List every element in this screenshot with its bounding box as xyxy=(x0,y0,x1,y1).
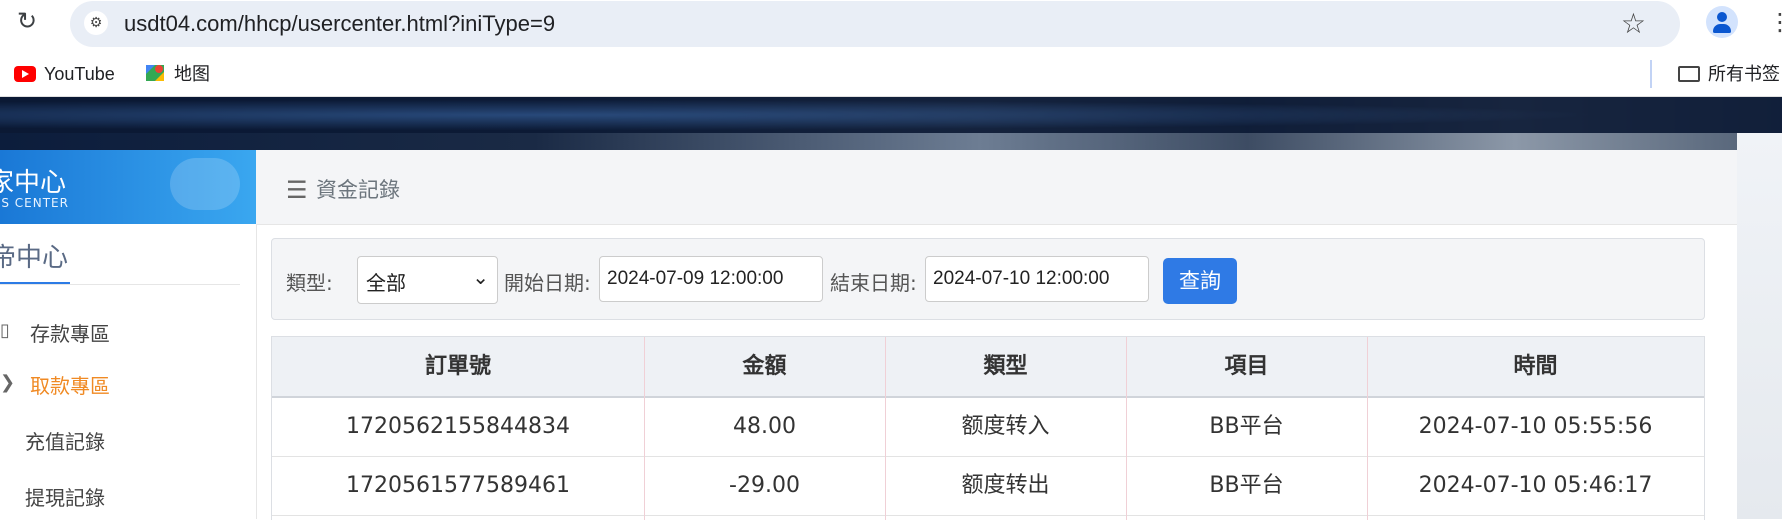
cell-type: 额度转出 xyxy=(961,473,1050,498)
cell-order-no: 1720562155844834 xyxy=(346,414,570,439)
cell-time: 2024-07-10 05:55:56 xyxy=(1418,414,1653,439)
sidebar-item-withdraw[interactable]: 取款專區 xyxy=(30,370,110,399)
maps-icon xyxy=(146,65,164,81)
chevron-down-icon: ⌄ xyxy=(472,265,489,289)
bookmarks-bar: YouTube 地图 所有书签 xyxy=(0,52,1782,97)
browser-menu-icon[interactable]: ⋮ xyxy=(1768,8,1782,36)
bookmarks-divider xyxy=(1650,60,1652,88)
profile-body xyxy=(1713,24,1731,33)
query-button[interactable]: 查詢 xyxy=(1163,258,1237,304)
sidebar-item-deposit[interactable]: 存款專區 xyxy=(30,318,110,347)
column-header-item: 項目 xyxy=(1224,354,1269,379)
column-divider xyxy=(1126,337,1127,520)
column-header-time: 時間 xyxy=(1513,354,1558,379)
column-divider xyxy=(644,337,645,520)
banner-title: 家中心 xyxy=(0,168,67,198)
start-date-label: 開始日期: xyxy=(504,271,591,295)
url-text[interactable]: usdt04.com/hhcp/usercenter.html?iniType=… xyxy=(124,11,555,37)
cell-time: 2024-07-10 05:46:17 xyxy=(1418,473,1653,498)
column-header-order-no: 訂單號 xyxy=(424,354,491,379)
main-header: ☰ 資金記錄 xyxy=(256,150,1737,225)
bookmark-label: 地图 xyxy=(174,64,210,84)
sidebar-divider xyxy=(0,284,240,285)
records-table: 訂單號 金額 類型 項目 時間 1720562155844834 48.00 额… xyxy=(271,336,1705,520)
column-header-type: 類型 xyxy=(983,354,1028,379)
sidebar-banner: 家中心 RS CENTER xyxy=(0,150,256,224)
cell-item: BB平台 xyxy=(1209,473,1284,498)
cell-amount: -29.00 xyxy=(729,473,800,498)
profile-avatar-icon[interactable] xyxy=(1706,6,1738,38)
bookmark-maps[interactable]: 地图 xyxy=(146,60,210,88)
sidebar-title: 帝中心 xyxy=(0,243,69,273)
deposit-icon: ▯ xyxy=(0,320,10,341)
reload-icon[interactable]: ↻ xyxy=(14,8,40,34)
start-date-input[interactable]: 2024-07-09 12:00:00 xyxy=(599,256,823,302)
menu-icon[interactable]: ☰ xyxy=(286,176,308,204)
cell-amount: 48.00 xyxy=(733,414,796,439)
page-title: 資金記錄 xyxy=(316,178,400,202)
browser-toolbar: ↻ ⚙ usdt04.com/hhcp/usercenter.html?iniT… xyxy=(0,0,1782,47)
folder-icon xyxy=(1678,66,1700,82)
type-select-value: 全部 xyxy=(366,271,406,295)
end-date-label: 結束日期: xyxy=(830,271,917,295)
table-row: 1720561577589461 -29.00 额度转出 BB平台 2024-0… xyxy=(272,457,1704,516)
all-bookmarks-label: 所有书签 xyxy=(1708,64,1780,84)
sidebar-item-withdraw-records[interactable]: 提現記錄 xyxy=(25,482,105,511)
gamepad-icon xyxy=(170,158,240,210)
type-label: 類型: xyxy=(286,271,333,295)
filter-bar: 類型: 全部 ⌄ 開始日期: 2024-07-09 12:00:00 結束日期:… xyxy=(271,238,1705,320)
page-banner-background xyxy=(0,97,1782,133)
column-divider xyxy=(1367,337,1368,520)
sidebar: 家中心 RS CENTER 帝中心 ▯ 存款專區 ❯ 取款專區 充值記錄 提現記… xyxy=(0,150,257,519)
site-settings-icon[interactable]: ⚙ xyxy=(84,11,108,35)
cell-type: 额度转入 xyxy=(961,414,1050,439)
sidebar-item-recharge-records[interactable]: 充值記錄 xyxy=(25,426,105,455)
banner-subtitle: RS CENTER xyxy=(0,196,69,210)
withdraw-icon: ❯ xyxy=(0,372,16,393)
column-divider xyxy=(885,337,886,520)
table-row: 1720562155844834 48.00 额度转入 BB平台 2024-07… xyxy=(272,398,1704,457)
end-date-input[interactable]: 2024-07-10 12:00:00 xyxy=(925,256,1149,302)
bookmark-youtube[interactable]: YouTube xyxy=(14,60,115,88)
cell-order-no: 1720561577589461 xyxy=(346,473,570,498)
bookmark-label: YouTube xyxy=(44,64,115,84)
address-bar[interactable]: ⚙ usdt04.com/hhcp/usercenter.html?iniTyp… xyxy=(70,1,1680,47)
table-header: 訂單號 金額 類型 項目 時間 xyxy=(272,337,1704,398)
youtube-icon xyxy=(14,66,36,82)
all-bookmarks[interactable]: 所有书签 xyxy=(1678,60,1780,88)
cell-item: BB平台 xyxy=(1209,414,1284,439)
type-select[interactable]: 全部 ⌄ xyxy=(357,256,498,304)
page-right-background xyxy=(1737,133,1782,519)
profile-head xyxy=(1717,12,1727,22)
bookmark-star-icon[interactable]: ☆ xyxy=(1621,7,1646,40)
column-header-amount: 金額 xyxy=(742,354,787,379)
